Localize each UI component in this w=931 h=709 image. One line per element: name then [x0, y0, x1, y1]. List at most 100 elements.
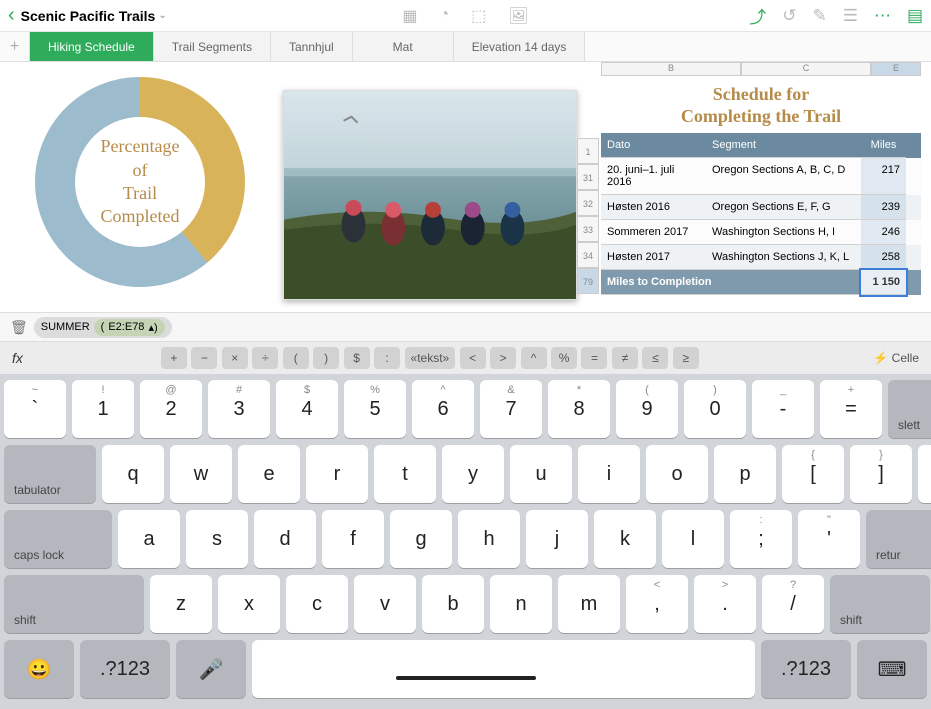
new-sheet-icon[interactable]: ▤: [907, 6, 923, 26]
capslock-key[interactable]: caps lock: [4, 510, 112, 568]
key--[interactable]: _-: [752, 380, 814, 438]
op-^[interactable]: ^: [521, 347, 547, 369]
key-e[interactable]: e: [238, 445, 300, 503]
key-m[interactable]: m: [558, 575, 620, 633]
schedule-table[interactable]: B C E 1 31 32 33 34 79 Schedule forCompl…: [601, 62, 921, 295]
back-chevron-icon[interactable]: ‹: [8, 4, 15, 27]
num-right-key[interactable]: .?123: [761, 640, 851, 698]
range-pill[interactable]: (E2:E78 ▴): [94, 319, 165, 336]
tab-tannhjul[interactable]: Tannhjul: [271, 32, 353, 61]
tab-elevation[interactable]: Elevation 14 days: [454, 32, 586, 61]
key-z[interactable]: z: [150, 575, 212, 633]
op-≠[interactable]: ≠: [612, 347, 638, 369]
key-o[interactable]: o: [646, 445, 708, 503]
filter-icon[interactable]: ☰: [843, 6, 858, 26]
key-s[interactable]: s: [186, 510, 248, 568]
mic-key[interactable]: 🎤: [176, 640, 246, 698]
op-%[interactable]: %: [551, 347, 577, 369]
key-7[interactable]: &7: [480, 380, 542, 438]
formula-pill[interactable]: SUMMER (E2:E78 ▴): [34, 317, 172, 338]
key-a[interactable]: a: [118, 510, 180, 568]
fx-icon[interactable]: fx: [12, 350, 23, 366]
celle-button[interactable]: ⚡ Celle: [873, 351, 919, 365]
shift-left-key[interactable]: shift: [4, 575, 144, 633]
num-left-key[interactable]: .?123: [80, 640, 170, 698]
key-3[interactable]: #3: [208, 380, 270, 438]
op-<[interactable]: <: [460, 347, 486, 369]
undo-icon[interactable]: ↺: [782, 6, 796, 26]
key-1[interactable]: !1: [72, 380, 134, 438]
key-2[interactable]: @2: [140, 380, 202, 438]
op-≥[interactable]: ≥: [673, 347, 699, 369]
space-key[interactable]: [252, 640, 755, 698]
key-q[interactable]: q: [102, 445, 164, 503]
table-row[interactable]: 20. juni–1. juli 2016Oregon Sections A, …: [601, 158, 921, 195]
key-h[interactable]: h: [458, 510, 520, 568]
key-j[interactable]: j: [526, 510, 588, 568]
key-w[interactable]: w: [170, 445, 232, 503]
home-indicator[interactable]: [396, 676, 536, 680]
key-][interactable]: }]: [850, 445, 912, 503]
op-×[interactable]: ×: [222, 347, 248, 369]
key-f[interactable]: f: [322, 510, 384, 568]
key-d[interactable]: d: [254, 510, 316, 568]
trash-icon[interactable]: 🗑: [10, 319, 28, 336]
op-«tekst»[interactable]: «tekst»: [405, 347, 456, 369]
op-+[interactable]: +: [161, 347, 187, 369]
key-p[interactable]: p: [714, 445, 776, 503]
shape-icon[interactable]: ⬚: [471, 6, 486, 26]
key-c[interactable]: c: [286, 575, 348, 633]
key-b[interactable]: b: [422, 575, 484, 633]
key-;[interactable]: :;: [730, 510, 792, 568]
format-brush-icon[interactable]: ✎: [812, 6, 826, 26]
formula-bar[interactable]: 🗑 SUMMER (E2:E78 ▴): [0, 312, 931, 342]
op->[interactable]: >: [490, 347, 516, 369]
op-$[interactable]: $: [344, 347, 370, 369]
op-=[interactable]: =: [581, 347, 607, 369]
key-x[interactable]: x: [218, 575, 280, 633]
tab-mat[interactable]: Mat: [353, 32, 454, 61]
tab-hiking-schedule[interactable]: Hiking Schedule: [30, 32, 154, 61]
key-u[interactable]: u: [510, 445, 572, 503]
key-r[interactable]: r: [306, 445, 368, 503]
key-.[interactable]: >.: [694, 575, 756, 633]
sheet-canvas[interactable]: PercentageofTrailCompleted: [0, 62, 931, 312]
key-t[interactable]: t: [374, 445, 436, 503]
row-numbers[interactable]: 1 31 32 33 34 79: [577, 138, 599, 294]
op-:[interactable]: :: [374, 347, 400, 369]
op-)[interactable]: ): [313, 347, 339, 369]
key-\[interactable]: |\: [918, 445, 931, 503]
key-8[interactable]: *8: [548, 380, 610, 438]
key-k[interactable]: k: [594, 510, 656, 568]
op-−[interactable]: −: [191, 347, 217, 369]
key-n[interactable]: n: [490, 575, 552, 633]
table-row[interactable]: Sommeren 2017Washington Sections H, I246: [601, 220, 921, 245]
table-row[interactable]: Høsten 2017Washington Sections J, K, L25…: [601, 245, 921, 270]
key-i[interactable]: i: [578, 445, 640, 503]
key-0[interactable]: )0: [684, 380, 746, 438]
key-5[interactable]: %5: [344, 380, 406, 438]
key-/[interactable]: ?/: [762, 575, 824, 633]
donut-chart[interactable]: PercentageofTrailCompleted: [10, 67, 270, 297]
key-9[interactable]: (9: [616, 380, 678, 438]
table-row[interactable]: Høsten 2016Oregon Sections E, F, G239: [601, 195, 921, 220]
column-headers[interactable]: B C E: [601, 62, 921, 76]
op-([interactable]: (: [283, 347, 309, 369]
return-key[interactable]: retur: [866, 510, 931, 568]
document-title[interactable]: Scenic Pacific Trails: [21, 8, 156, 24]
key-g[interactable]: g: [390, 510, 452, 568]
key-,[interactable]: <,: [626, 575, 688, 633]
add-sheet-button[interactable]: +: [0, 32, 30, 61]
more-icon[interactable]: ⋯: [874, 6, 891, 26]
op-≤[interactable]: ≤: [642, 347, 668, 369]
dismiss-keyboard-key[interactable]: ⌨: [857, 640, 927, 698]
op-÷[interactable]: ÷: [252, 347, 278, 369]
delete-key[interactable]: slett: [888, 380, 931, 438]
beach-photo[interactable]: [283, 90, 577, 300]
media-icon[interactable]: 🖼: [508, 6, 528, 26]
chart-icon[interactable]: ◔: [440, 6, 450, 26]
key-l[interactable]: l: [662, 510, 724, 568]
key-=[interactable]: +=: [820, 380, 882, 438]
emoji-key[interactable]: 😀: [4, 640, 74, 698]
key-6[interactable]: ^6: [412, 380, 474, 438]
